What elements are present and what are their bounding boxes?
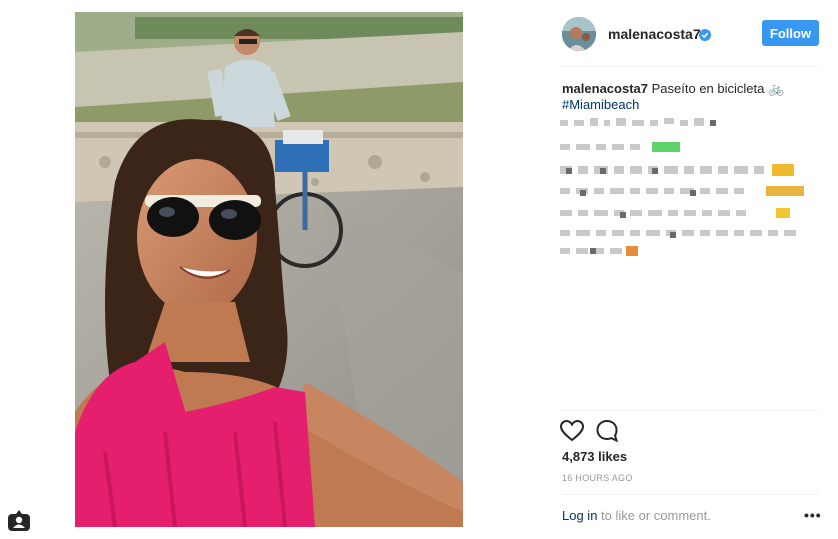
login-link[interactable]: Log in — [562, 508, 597, 523]
footer-divider — [562, 494, 818, 495]
comment-bubble-icon[interactable] — [596, 419, 620, 447]
pixelated-comments — [560, 116, 810, 256]
avatar[interactable] — [562, 17, 596, 51]
login-prompt-text: to like or comment. — [597, 508, 711, 523]
hashtag-link[interactable]: #Miamibeach — [562, 97, 818, 113]
verified-badge-icon — [699, 28, 711, 41]
user-tag-icon[interactable] — [7, 510, 31, 532]
post-photo[interactable] — [75, 12, 463, 527]
caption-username[interactable]: malenacosta7 — [562, 81, 648, 96]
post-actions — [559, 419, 680, 447]
login-prompt: Log in to like or comment. — [562, 508, 711, 523]
post-header: malenacosta7 Follow — [548, 17, 828, 53]
heart-outline-icon[interactable] — [559, 419, 585, 447]
header-divider — [562, 66, 818, 67]
post-photo-image — [75, 12, 463, 527]
post-timestamp: 16 HOURS AGO — [562, 473, 633, 483]
likes-count[interactable]: 4,873 likes — [562, 449, 627, 464]
post-caption: malenacosta7 Paseíto en bicicleta 🚲 #Mia… — [562, 81, 818, 113]
more-options-button[interactable]: ••• — [804, 507, 822, 523]
actions-divider — [562, 410, 818, 411]
post-sidebar: malenacosta7 Follow malenacosta7 Paseíto… — [548, 0, 838, 539]
follow-button[interactable]: Follow — [762, 20, 819, 46]
caption-text: Paseíto en bicicleta 🚲 — [651, 81, 785, 96]
username[interactable]: malenacosta7 — [608, 26, 701, 42]
